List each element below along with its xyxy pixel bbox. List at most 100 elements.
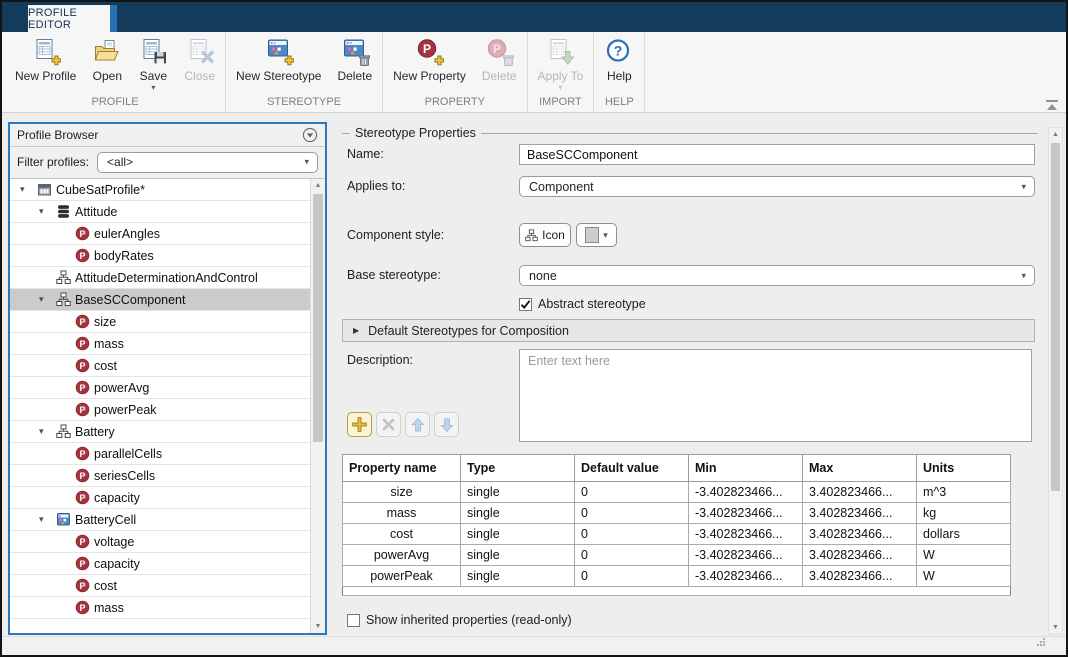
table-cell[interactable]: -3.402823466... (689, 503, 803, 524)
tree-item-capacity[interactable]: Pcapacity (10, 553, 310, 575)
tree-item-seriescells[interactable]: PseriesCells (10, 465, 310, 487)
tree-item-attitudedeterminationandcontrol[interactable]: AttitudeDeterminationAndControl (10, 267, 310, 289)
table-cell[interactable]: single (461, 482, 575, 503)
table-cell[interactable]: 3.402823466... (803, 566, 917, 587)
table-row[interactable]: costsingle0-3.402823466...3.402823466...… (343, 524, 1011, 545)
open-button[interactable]: Open▾ (84, 32, 130, 93)
abstract-stereotype-checkbox[interactable]: Abstract stereotype (519, 297, 646, 311)
table-cell[interactable]: dollars (917, 524, 1011, 545)
table-cell[interactable]: single (461, 566, 575, 587)
new-profile-icon (31, 37, 61, 67)
help-button[interactable]: ?Help▾ (596, 32, 642, 93)
table-cell[interactable]: powerPeak (343, 566, 461, 587)
default-stereotypes-section-header[interactable]: ▶ Default Stereotypes for Composition (342, 319, 1035, 342)
table-cell[interactable]: cost (343, 524, 461, 545)
scrollbar-thumb[interactable] (313, 194, 323, 442)
table-cell[interactable]: size (343, 482, 461, 503)
apply-to-button[interactable]: Apply To▾ (530, 32, 592, 93)
column-header: Min (689, 455, 803, 482)
expander-icon[interactable]: ▾ (39, 207, 56, 216)
delete-property-button[interactable]: PDelete▾ (474, 32, 525, 93)
scrollbar-thumb[interactable] (1051, 143, 1060, 491)
scroll-up-icon[interactable]: ▲ (1049, 128, 1062, 141)
table-cell[interactable]: 3.402823466... (803, 545, 917, 566)
expander-icon[interactable]: ▾ (39, 295, 56, 304)
tree-scrollbar[interactable]: ▲ ▼ (310, 179, 325, 633)
add-property-button[interactable] (347, 412, 372, 437)
table-cell[interactable]: mass (343, 503, 461, 524)
delete-stereotype-button[interactable]: Delete▾ (329, 32, 380, 93)
table-row[interactable]: powerAvgsingle0-3.402823466...3.40282346… (343, 545, 1011, 566)
table-cell[interactable]: powerAvg (343, 545, 461, 566)
tree-item-label: cost (94, 359, 117, 373)
collapse-toolstrip-icon[interactable] (1045, 98, 1059, 116)
table-cell[interactable]: 3.402823466... (803, 482, 917, 503)
table-cell[interactable]: m^3 (917, 482, 1011, 503)
table-cell[interactable]: -3.402823466... (689, 482, 803, 503)
applies-to-dropdown[interactable]: Component ▾ (519, 176, 1035, 197)
table-cell[interactable]: 0 (575, 545, 689, 566)
filter-profiles-dropdown[interactable]: <all> ▾ (97, 152, 318, 173)
table-cell[interactable]: 0 (575, 524, 689, 545)
tree-item-attitude[interactable]: ▾Attitude (10, 201, 310, 223)
scroll-up-icon[interactable]: ▲ (311, 179, 325, 192)
table-cell[interactable]: single (461, 545, 575, 566)
tree-item-mass[interactable]: Pmass (10, 333, 310, 355)
table-cell[interactable]: 0 (575, 503, 689, 524)
tree-item-powerpeak[interactable]: PpowerPeak (10, 399, 310, 421)
name-field[interactable] (519, 144, 1035, 165)
delete-property-row-button[interactable] (376, 412, 401, 437)
table-cell[interactable]: -3.402823466... (689, 524, 803, 545)
expander-icon[interactable]: ▾ (39, 515, 56, 524)
icon-style-button[interactable]: Icon (519, 223, 571, 247)
tree-item-voltage[interactable]: Pvoltage (10, 531, 310, 553)
icon-color-dropdown[interactable]: ▾ (576, 223, 617, 247)
description-field[interactable] (519, 349, 1032, 442)
tree-item-cost[interactable]: Pcost (10, 355, 310, 377)
table-cell[interactable]: 3.402823466... (803, 524, 917, 545)
resize-grip-icon[interactable] (1036, 634, 1046, 652)
scroll-down-icon[interactable]: ▼ (311, 620, 325, 633)
tree-item-basesccomponent[interactable]: ▾BaseSCComponent (10, 289, 310, 311)
new-property-button[interactable]: PNew Property▾ (385, 32, 474, 93)
tree-item-batterycell[interactable]: ▾BatteryCell (10, 509, 310, 531)
table-cell[interactable]: 3.402823466... (803, 503, 917, 524)
tree-item-parallelcells[interactable]: PparallelCells (10, 443, 310, 465)
table-cell[interactable]: single (461, 524, 575, 545)
table-row[interactable]: masssingle0-3.402823466...3.402823466...… (343, 503, 1011, 524)
tree-item-cubesatprofile[interactable]: ▾CubeSatProfile* (10, 179, 310, 201)
panel-menu-icon[interactable] (302, 127, 318, 143)
tree-item-eulerangles[interactable]: PeulerAngles (10, 223, 310, 245)
new-stereotype-button[interactable]: New Stereotype▾ (228, 32, 329, 93)
tree-item-capacity[interactable]: Pcapacity (10, 487, 310, 509)
tree-item-poweravg[interactable]: PpowerAvg (10, 377, 310, 399)
table-cell[interactable]: -3.402823466... (689, 545, 803, 566)
tree-item-bodyrates[interactable]: PbodyRates (10, 245, 310, 267)
table-row[interactable]: powerPeaksingle0-3.402823466...3.4028234… (343, 566, 1011, 587)
scroll-down-icon[interactable]: ▼ (1049, 621, 1062, 634)
expander-icon[interactable]: ▾ (20, 185, 37, 194)
table-cell[interactable]: W (917, 566, 1011, 587)
new-profile-button[interactable]: New Profile▾ (7, 32, 84, 93)
tree-item-size[interactable]: Psize (10, 311, 310, 333)
table-cell[interactable]: 0 (575, 482, 689, 503)
table-cell[interactable]: single (461, 503, 575, 524)
expander-icon[interactable]: ▾ (39, 427, 56, 436)
close-button[interactable]: Close▾ (176, 32, 223, 93)
arrow-down-icon (438, 416, 456, 434)
table-cell[interactable]: -3.402823466... (689, 566, 803, 587)
tree-item-cost[interactable]: Pcost (10, 575, 310, 597)
table-row[interactable]: sizesingle0-3.402823466...3.402823466...… (343, 482, 1011, 503)
tree-item-mass[interactable]: Pmass (10, 597, 310, 619)
tree-item-battery[interactable]: ▾Battery (10, 421, 310, 443)
panel-scrollbar[interactable]: ▲ ▼ (1048, 127, 1063, 635)
base-stereotype-dropdown[interactable]: none ▾ (519, 265, 1035, 286)
save-button[interactable]: Save▾ (130, 32, 176, 93)
move-up-button[interactable] (405, 412, 430, 437)
table-cell[interactable]: kg (917, 503, 1011, 524)
table-cell[interactable]: 0 (575, 566, 689, 587)
move-down-button[interactable] (434, 412, 459, 437)
table-cell[interactable]: W (917, 545, 1011, 566)
tab-profile-editor[interactable]: PROFILE EDITOR (28, 5, 110, 32)
show-inherited-checkbox[interactable]: Show inherited properties (read-only) (347, 613, 572, 627)
